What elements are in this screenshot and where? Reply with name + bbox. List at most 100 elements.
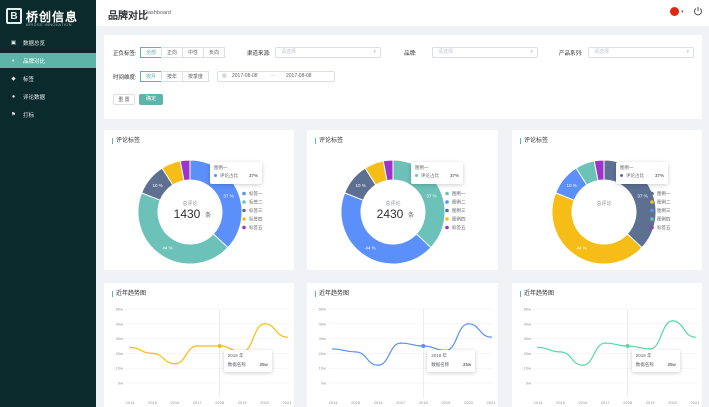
data-point[interactable] — [332, 348, 334, 350]
sentiment-option[interactable]: 中性 — [182, 47, 205, 58]
data-point[interactable] — [354, 351, 357, 353]
data-point[interactable] — [196, 345, 199, 347]
legend-item[interactable]: 标签四 — [249, 216, 263, 223]
x-tick-label: 2021 — [691, 400, 701, 405]
x-tick-label: 2020 — [260, 400, 270, 405]
legend-item[interactable]: 图例一 — [657, 190, 671, 197]
x-tick-label: 2017 — [193, 400, 203, 405]
date-range-picker[interactable]: ▦ 2017-08-08 — 2017-08-08 — [217, 71, 335, 82]
chevron-down-icon[interactable]: ▾ — [681, 9, 684, 15]
time-option[interactable]: 按年 — [161, 71, 184, 82]
logo-mark-icon: B — [6, 8, 22, 24]
tooltip-title: 图例一 — [620, 165, 634, 170]
donut-card: 评论标签 37 % 44 % 10 % 总评论 1430 条标签一 标签二 标签三 标签四 标签五图… — [104, 130, 294, 270]
x-tick-label: 2020 — [464, 400, 474, 405]
confirm-button[interactable]: 确定 — [139, 94, 163, 105]
donut-card: 评论标签 37 % 44 % 10 % 总评论 2430 条图例一 图例二 图例三 图例四 标签五图… — [307, 130, 498, 270]
sidebar-item-4[interactable]: ● 评论数据 — [0, 89, 96, 104]
sidebar-item-2[interactable]: ◐ 品牌对比 — [0, 53, 96, 68]
sentiment-option[interactable]: 正向 — [161, 47, 184, 58]
data-point[interactable] — [421, 344, 426, 348]
data-point[interactable] — [129, 346, 131, 349]
filter-panel: 正负标签: 全部 正向 中性 负向 渠道来源: 请选择 ▾ 品牌: 请选择 ▾ 产品系列:… — [104, 35, 702, 119]
data-point[interactable] — [286, 336, 288, 338]
logo-subtitle: BRIDGE INNOVATION — [26, 22, 72, 27]
legend-item[interactable]: 标签三 — [249, 207, 263, 214]
tooltip-row-value: 37% — [248, 173, 258, 178]
time-option[interactable]: 按月 — [140, 71, 163, 82]
slice-label: 44 % — [576, 245, 586, 250]
data-point[interactable] — [174, 362, 176, 365]
time-option[interactable]: 按季度 — [182, 71, 210, 82]
series-select[interactable]: 请选择 ▾ — [588, 47, 694, 58]
x-tick-label: 2017 — [396, 400, 406, 405]
legend-item[interactable]: 图例四 — [452, 216, 466, 223]
data-point[interactable] — [377, 364, 379, 367]
data-point[interactable] — [399, 342, 402, 344]
tooltip-row-label: 数据名称 — [227, 362, 246, 367]
x-tick-label: 2019 — [646, 400, 656, 405]
legend-item[interactable]: 标签二 — [249, 199, 263, 206]
sentiment-option[interactable]: 全部 — [140, 47, 163, 58]
legend-swatch — [242, 217, 246, 221]
legend-item[interactable]: 标签五 — [249, 224, 263, 231]
sidebar-item-1[interactable]: ▣ 数据总览 — [0, 35, 96, 50]
legend-item[interactable]: 图例三 — [452, 207, 466, 214]
chart-tooltip: 2018 年数据名称 25w — [223, 350, 272, 372]
sidebar-item-3[interactable]: ◆ 标签 — [0, 71, 96, 86]
data-point[interactable] — [151, 352, 154, 355]
chevron-down-icon: ▾ — [530, 49, 533, 55]
date-separator: — — [270, 73, 275, 79]
sentiment-option[interactable]: 负向 — [203, 47, 226, 58]
data-point[interactable] — [694, 336, 696, 338]
data-point[interactable] — [559, 351, 562, 353]
power-icon[interactable] — [693, 6, 703, 16]
brand-select[interactable]: 请选择 ▾ — [432, 47, 538, 58]
date-end[interactable]: 2017-08-08 — [286, 72, 312, 81]
legend-item[interactable]: 图例二 — [452, 199, 466, 206]
legend-swatch — [445, 225, 449, 230]
sidebar-item-label: 数据总览 — [23, 40, 46, 47]
data-point[interactable] — [490, 336, 492, 338]
legend-item[interactable]: 图例三 — [657, 207, 671, 214]
channel-select[interactable]: 请选择 ▾ — [275, 47, 381, 58]
legend-item[interactable]: 标签五 — [452, 224, 466, 231]
x-tick-label: 2014 — [534, 400, 544, 405]
legend-item[interactable]: 图例一 — [452, 190, 466, 197]
y-tick-label: 10w — [116, 366, 123, 371]
legend-item[interactable]: 标签五 — [657, 224, 671, 231]
data-point[interactable] — [537, 346, 539, 349]
data-point[interactable] — [263, 323, 266, 325]
sidebar-item-5[interactable]: ⚑ 打标 — [0, 107, 96, 122]
data-point[interactable] — [217, 344, 222, 348]
data-point[interactable] — [604, 342, 607, 344]
legend-item[interactable]: 图例四 — [657, 216, 671, 223]
legend-swatch — [242, 200, 246, 204]
data-point[interactable] — [582, 364, 584, 367]
chart-tooltip: 2018 年数据名称 25w — [427, 350, 476, 372]
legend-swatch — [650, 225, 654, 230]
x-tick-label: 2021 — [487, 400, 497, 405]
chevron-down-icon: ▾ — [373, 49, 376, 55]
cn-flag-icon[interactable] — [670, 7, 679, 16]
tooltip-dot-icon — [620, 174, 623, 177]
x-tick-label: 2021 — [283, 400, 293, 405]
reset-button[interactable]: 重 置 — [113, 94, 135, 105]
legend-item[interactable]: 标签一 — [249, 190, 263, 197]
x-tick-label: 2018 — [419, 400, 429, 405]
tooltip-title: 图例一 — [415, 165, 429, 170]
date-start[interactable]: 2017-08-08 — [232, 72, 258, 81]
center-value: 1430 — [174, 207, 201, 221]
y-tick-label: 50w — [524, 307, 531, 312]
slice-label: 37 % — [426, 193, 436, 198]
legend-swatch — [242, 208, 246, 213]
legend-item[interactable]: 图例二 — [657, 199, 671, 206]
data-point[interactable] — [671, 320, 674, 322]
data-point[interactable] — [625, 344, 630, 348]
legend-swatch — [650, 217, 654, 221]
sidebar-item-label: 打标 — [23, 112, 35, 119]
y-tick-label: 0w — [526, 381, 531, 386]
sidebar: B 桥创信息 BRIDGE INNOVATION ▣ 数据总览 ◐ 品牌对比 ◆ 标签 ● 评… — [0, 0, 96, 407]
data-point[interactable] — [467, 323, 470, 325]
slice-label: 44 % — [162, 245, 172, 250]
